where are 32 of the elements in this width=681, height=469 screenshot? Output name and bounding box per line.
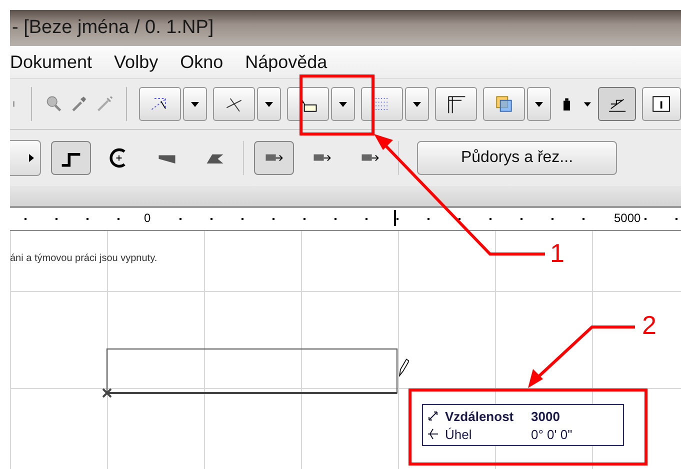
dropdown-icon[interactable] (183, 87, 208, 121)
tracker-label: Úhel (445, 426, 473, 442)
status-message: áni a týmovou práci jsou vypnuty. (10, 253, 158, 264)
menu-item[interactable]: Volby (114, 52, 158, 72)
tracker-value: 0° 0' 0" (531, 426, 572, 442)
tracker-label: Vzdálenost (445, 408, 515, 424)
dropdown-icon[interactable] (405, 87, 430, 121)
ruler-label: 5000 (612, 211, 643, 225)
ruler-label: 0 (142, 211, 153, 225)
dropdown[interactable] (10, 140, 41, 176)
menu-item[interactable]: Okno (180, 52, 224, 72)
dropdown-icon[interactable] (331, 87, 356, 121)
ruler-corner-icon[interactable] (435, 87, 478, 121)
callout-number: 1 (550, 238, 564, 269)
step-wall-icon[interactable] (51, 141, 91, 175)
menu-item[interactable]: Nápověda (245, 52, 328, 72)
arrow-cursor-icon[interactable] (287, 87, 330, 121)
angle-icon (427, 428, 439, 440)
dropdown-icon[interactable] (257, 87, 282, 121)
dropdown-icon[interactable] (527, 87, 552, 121)
pencil-cursor-icon (397, 356, 409, 378)
info-icon[interactable] (642, 87, 681, 121)
diagonal-arrow-icon (427, 410, 439, 422)
menu-item[interactable]: Dokument (10, 52, 92, 72)
callout-number: 2 (642, 310, 656, 341)
view-settings-button[interactable]: Půdorys a řez... (417, 141, 617, 175)
caret-icon (26, 153, 36, 163)
dot-grid-icon[interactable] (361, 87, 404, 121)
layers-icon[interactable] (483, 87, 526, 121)
tracker-value: 3000 (531, 408, 560, 424)
window-title: - [Beze jména / 0. 1.NP] (12, 17, 214, 39)
stairs-icon[interactable] (598, 87, 636, 121)
